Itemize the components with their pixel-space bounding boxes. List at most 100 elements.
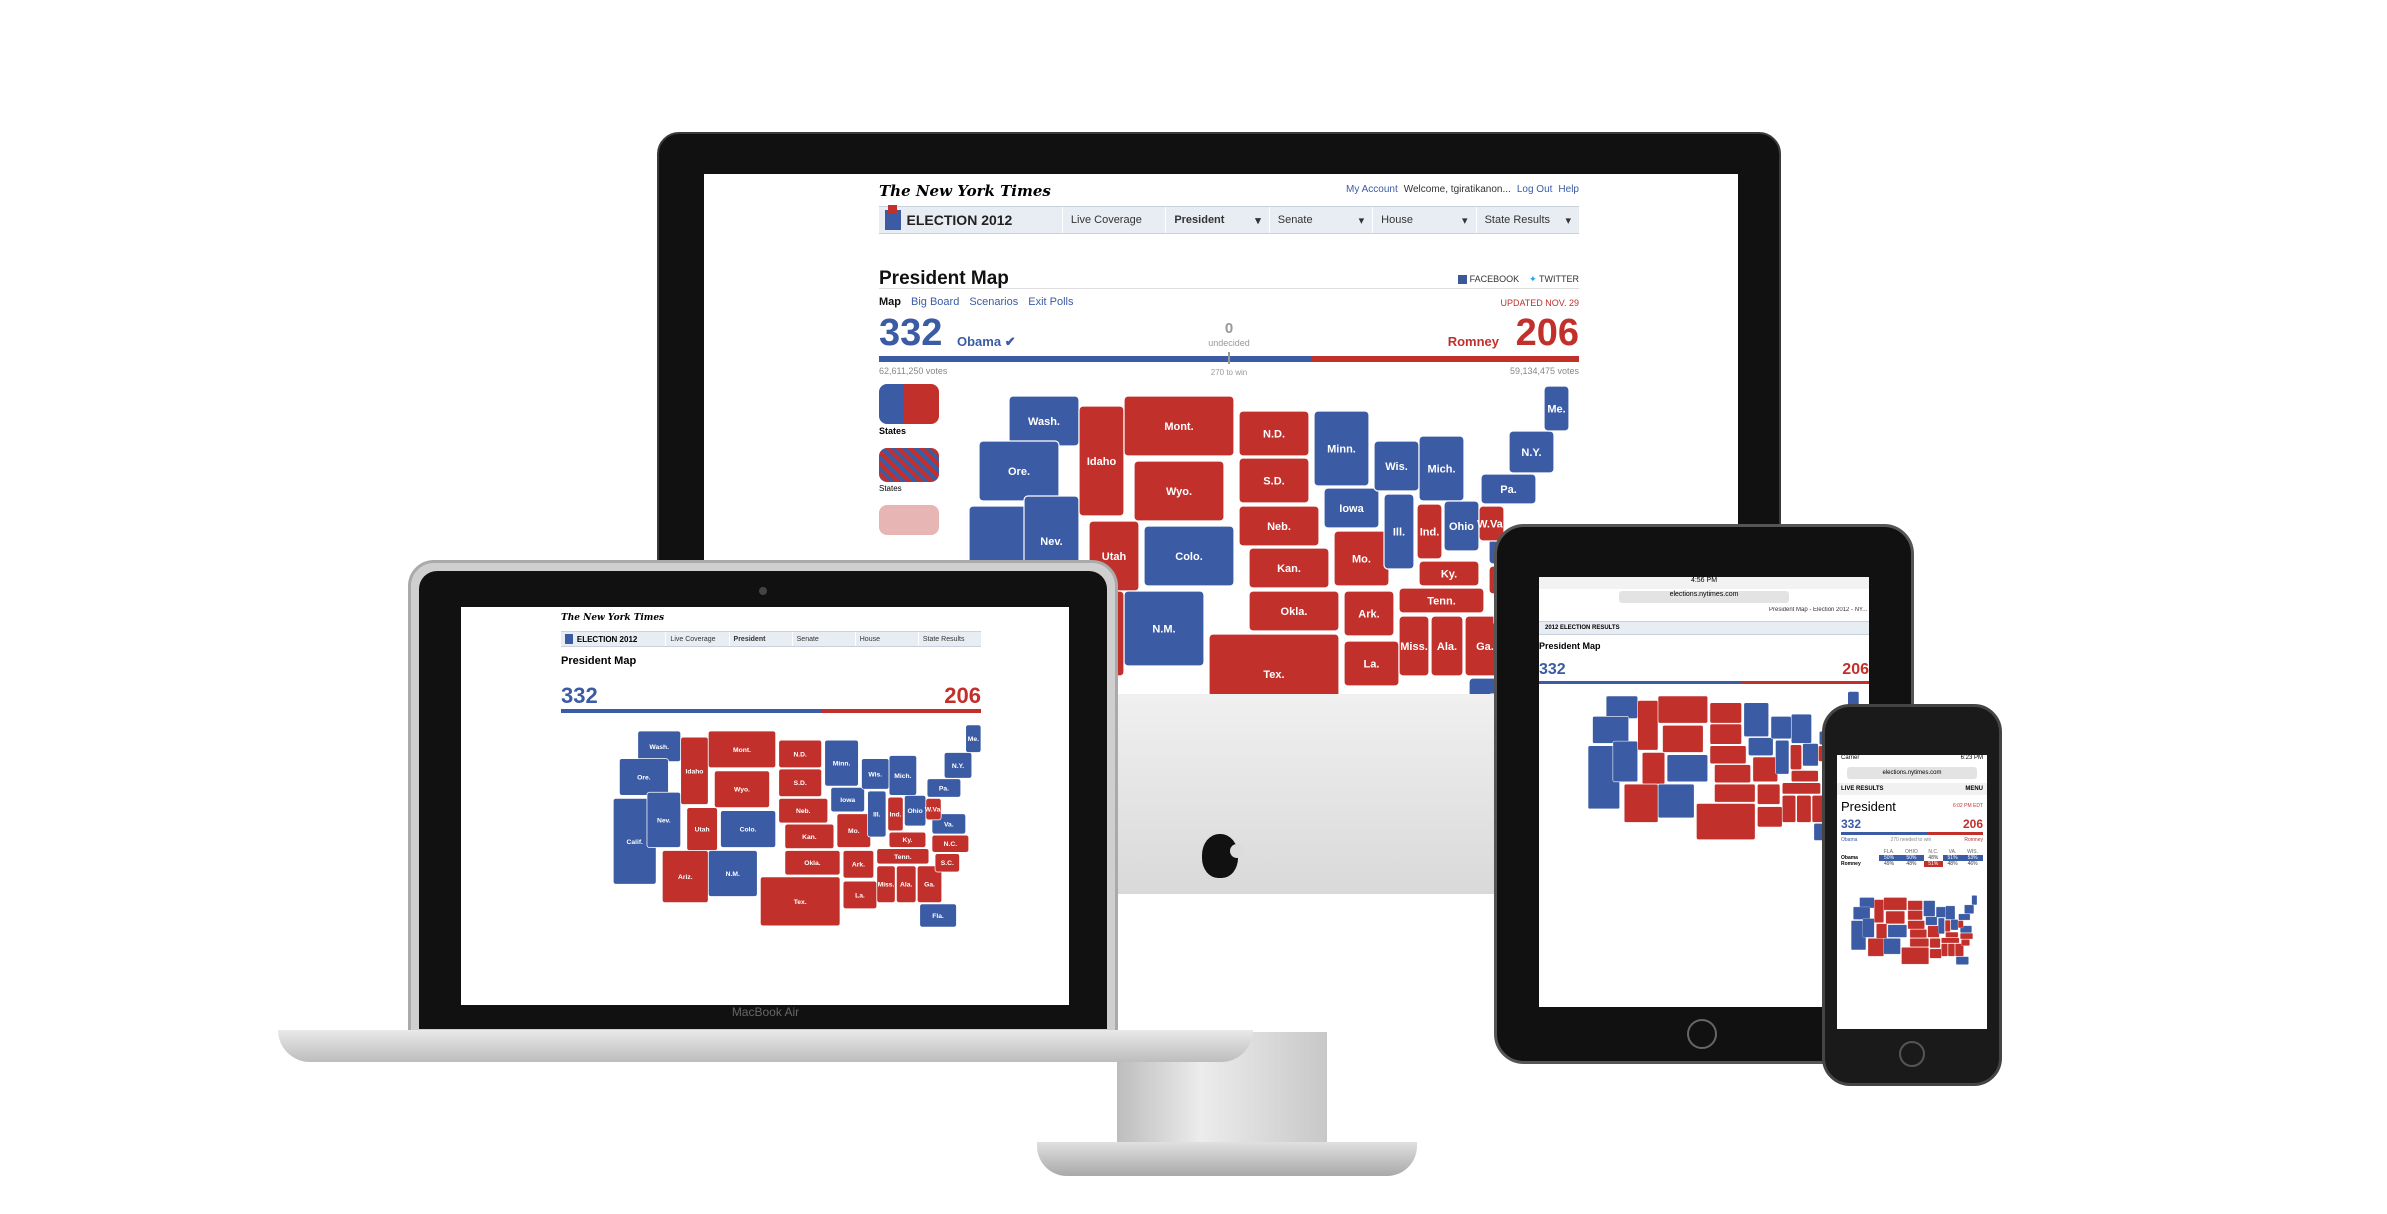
state-ky[interactable]	[1945, 931, 1959, 938]
nav-live-coverage[interactable]: Live Coverage	[1061, 207, 1165, 233]
state-nev[interactable]	[1862, 918, 1875, 938]
state-kan[interactable]	[1909, 929, 1927, 938]
nav-house[interactable]: House ▾	[1372, 207, 1475, 233]
state-la[interactable]	[1929, 948, 1942, 959]
thumb-counties[interactable]	[879, 505, 939, 535]
state-tex[interactable]	[1901, 947, 1929, 965]
state-wva[interactable]	[1958, 920, 1964, 929]
state-neb[interactable]	[1907, 920, 1925, 930]
help-link[interactable]: Help	[1558, 184, 1579, 195]
state-nd[interactable]	[1907, 900, 1923, 911]
facebook-share-button[interactable]: FACEBOOK	[1458, 274, 1519, 285]
state-mo[interactable]	[1752, 756, 1778, 783]
state-kan[interactable]	[1714, 764, 1751, 783]
state-ore[interactable]	[1853, 906, 1871, 920]
home-button[interactable]	[1687, 1019, 1717, 1049]
state-ohio[interactable]	[1802, 743, 1819, 767]
state-ky[interactable]	[1790, 770, 1819, 783]
state-ark[interactable]	[1929, 938, 1941, 948]
nav-senate[interactable]: Senate	[791, 632, 855, 646]
menu-button[interactable]: MENU	[1965, 783, 1983, 795]
state-wash[interactable]	[1859, 897, 1875, 909]
state-mich[interactable]	[1790, 713, 1812, 744]
state-ala[interactable]	[1796, 795, 1812, 823]
state-nc[interactable]	[1960, 933, 1973, 940]
election-2012-title[interactable]: ELECTION 2012	[907, 212, 1062, 228]
state-idaho[interactable]	[1874, 899, 1884, 923]
state-ind[interactable]	[1945, 920, 1951, 932]
live-results-label[interactable]: LIVE RESULTS	[1841, 783, 1884, 795]
thumb-states-2[interactable]	[879, 448, 939, 482]
tab-map[interactable]: Map	[879, 296, 901, 308]
state-sd[interactable]	[1709, 723, 1742, 745]
state-ariz[interactable]	[1867, 938, 1884, 957]
election-2012-title[interactable]: ELECTION 2012	[577, 635, 666, 644]
nav-live-coverage[interactable]: Live Coverage	[665, 632, 728, 646]
my-account-link[interactable]: My Account	[1346, 184, 1398, 195]
twitter-share-button[interactable]: ✦ TWITTER	[1529, 274, 1579, 285]
tab-big-board[interactable]: Big Board	[911, 296, 959, 308]
state-minn[interactable]	[1923, 900, 1936, 917]
nav-state-results[interactable]: State Results ▾	[1475, 207, 1579, 233]
state-nd[interactable]	[1709, 702, 1742, 724]
state-colo[interactable]	[1887, 924, 1907, 938]
state-okla[interactable]	[1714, 783, 1756, 803]
state-tex[interactable]	[1696, 803, 1756, 840]
state-miss[interactable]	[1781, 795, 1797, 823]
state-ill[interactable]	[1775, 739, 1790, 775]
state-sc[interactable]	[1961, 939, 1970, 946]
iphone-url-bar[interactable]: elections.nytimes.com	[1847, 767, 1977, 779]
ipad-active-tab[interactable]: President Map - Election 2012 - NY...	[1769, 607, 1869, 613]
ipad-section-title[interactable]: 2012 ELECTION RESULTS	[1539, 625, 1626, 631]
state-ill[interactable]	[1938, 917, 1945, 934]
nav-senate[interactable]: Senate ▾	[1268, 207, 1372, 233]
state-tenn[interactable]	[1781, 782, 1821, 795]
nyt-logo[interactable]: The New York Times	[561, 613, 664, 623]
state-ariz[interactable]	[1623, 783, 1659, 823]
state-utah[interactable]	[1876, 923, 1887, 939]
nav-president[interactable]: President	[728, 632, 792, 646]
state-wis[interactable]	[1770, 716, 1792, 740]
state-ny[interactable]	[1964, 904, 1974, 914]
nav-state-results[interactable]: State Results	[917, 632, 981, 646]
state-ind[interactable]	[1790, 744, 1802, 770]
state-wash[interactable]	[1605, 695, 1638, 719]
nav-house[interactable]: House	[854, 632, 918, 646]
state-wyo[interactable]	[1662, 725, 1704, 753]
state-nm[interactable]	[1657, 783, 1695, 819]
state-colo[interactable]	[1666, 754, 1708, 783]
ipad-url-bar[interactable]: elections.nytimes.com	[1619, 591, 1789, 603]
state-nev[interactable]	[1612, 740, 1638, 783]
tab-exit-polls[interactable]: Exit Polls	[1028, 296, 1073, 308]
home-button[interactable]	[1899, 1041, 1925, 1067]
state-utah[interactable]	[1641, 752, 1666, 785]
state-ark[interactable]	[1757, 783, 1781, 805]
state-fla[interactable]	[1955, 956, 1969, 965]
state-neb[interactable]	[1709, 745, 1747, 765]
state-me[interactable]	[1971, 895, 1977, 905]
state-wyo[interactable]	[1885, 911, 1905, 924]
state-mo[interactable]	[1927, 925, 1940, 938]
thumb-states[interactable]	[879, 384, 939, 424]
state-wis[interactable]	[1935, 906, 1946, 918]
state-minn[interactable]	[1743, 702, 1769, 737]
state-ohio[interactable]	[1950, 919, 1959, 931]
tab-scenarios[interactable]: Scenarios	[969, 296, 1018, 308]
state-mont[interactable]	[1657, 695, 1708, 724]
state-idaho[interactable]	[1637, 700, 1659, 751]
nav-president[interactable]: President ▾	[1165, 207, 1268, 233]
logout-link[interactable]: Log Out	[1517, 184, 1553, 195]
state-iowa[interactable]	[1748, 737, 1774, 756]
state-miss[interactable]	[1941, 943, 1948, 957]
state-mich[interactable]	[1945, 905, 1956, 920]
nyt-logo[interactable]: The New York Times	[879, 182, 1051, 200]
state-nm[interactable]	[1883, 938, 1901, 955]
state-ala[interactable]	[1947, 943, 1955, 957]
state-tenn[interactable]	[1941, 937, 1960, 944]
state-sd[interactable]	[1907, 910, 1923, 921]
state-okla[interactable]	[1909, 938, 1929, 947]
state-iowa[interactable]	[1925, 916, 1938, 926]
state-la[interactable]	[1757, 806, 1783, 828]
state-ore[interactable]	[1592, 716, 1629, 744]
state-pa[interactable]	[1958, 913, 1971, 921]
